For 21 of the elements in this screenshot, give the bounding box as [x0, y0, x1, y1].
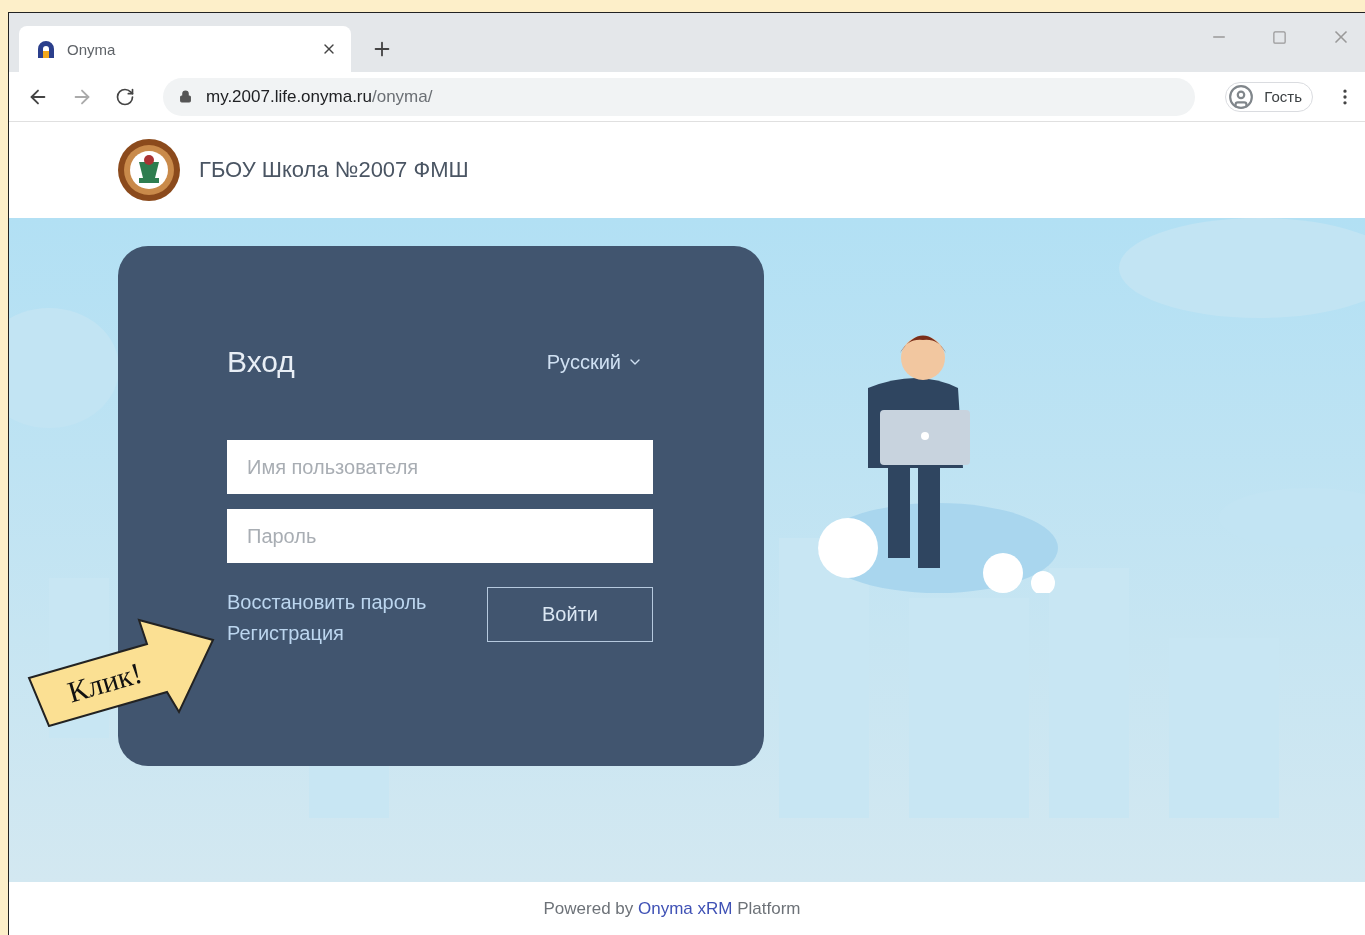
reload-icon[interactable] — [115, 86, 135, 107]
login-button[interactable]: Войти — [487, 587, 653, 642]
url-text: my.2007.life.onyma.ru/onyma/ — [206, 86, 433, 107]
footer-text: Powered by Onyma xRM Platform — [543, 899, 801, 919]
brand-link[interactable]: Onyma xRM — [638, 899, 733, 918]
text-link[interactable]: Регистрация — [227, 622, 427, 645]
lock-icon — [179, 90, 192, 103]
school-logo — [117, 138, 181, 202]
input-field[interactable]: Имя пользователя — [227, 440, 653, 494]
org-name: ГБОУ Школа №2007 ФМШ — [199, 157, 469, 183]
browser-tab[interactable]: Onyma — [19, 26, 351, 72]
callout-text: Клик! — [63, 655, 146, 709]
input-field[interactable]: Пароль — [227, 509, 653, 563]
text-link[interactable]: Восстановить пароль — [227, 591, 427, 614]
profile-button[interactable]: Гость — [1225, 81, 1313, 112]
language-selector[interactable]: Русский — [546, 350, 643, 374]
user-icon — [1228, 83, 1255, 110]
tab-title: Onyma — [67, 40, 117, 58]
site-favicon — [35, 38, 57, 60]
login-title: Вход — [227, 345, 295, 379]
address-bar[interactable]: my.2007.life.onyma.ru/onyma/ — [163, 77, 1196, 116]
